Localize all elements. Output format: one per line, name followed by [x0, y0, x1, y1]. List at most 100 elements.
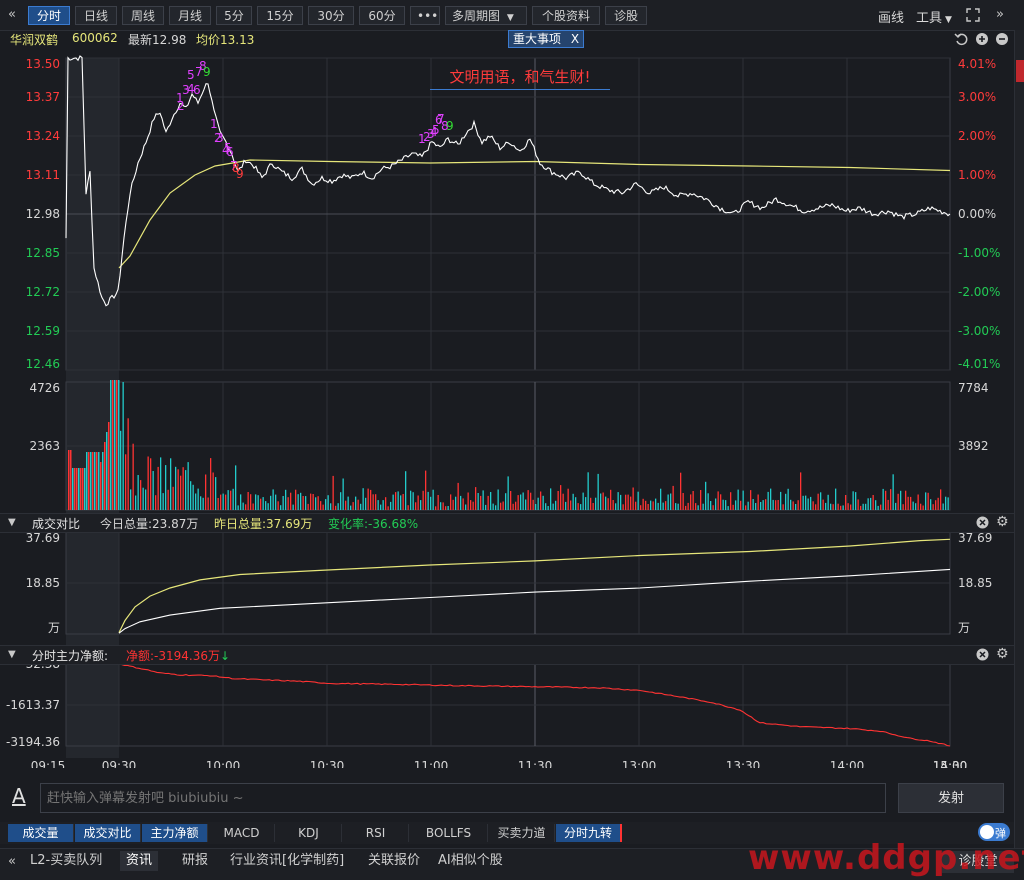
draw-line-button[interactable]: 画线 — [878, 7, 904, 26]
volume-bar — [510, 491, 512, 510]
indicator-volume[interactable]: 成交量 — [8, 824, 74, 842]
volume-bar — [677, 503, 679, 510]
volume-bar — [482, 490, 484, 510]
volume-bar — [855, 492, 857, 510]
percent-axis-right: 4.01% 3.00% 2.00% 1.00% 0.00% -1.00% -2.00% -3.… — [958, 57, 1000, 371]
volume-bar — [422, 490, 424, 510]
volume-bar — [597, 473, 599, 510]
mainforce-axis: -32.38-1613.37-3194.36 — [6, 657, 60, 749]
volume-bar — [452, 499, 454, 510]
send-button[interactable]: 发射 — [898, 783, 1004, 813]
font-style-icon[interactable]: A — [12, 784, 26, 808]
indicator-volume-compare[interactable]: 成交对比 — [75, 824, 141, 842]
tab-monthly[interactable]: 月线 — [169, 6, 211, 25]
tab-industry-news[interactable]: 行业资讯[化学制药] — [224, 851, 350, 871]
collapse-left-icon[interactable]: « — [8, 8, 16, 22]
volume-bar — [515, 501, 517, 510]
volume-bar — [307, 503, 309, 510]
tab-5min[interactable]: 5分 — [216, 6, 252, 25]
volume-bar — [160, 457, 162, 510]
volume-bar — [832, 504, 834, 510]
volume-bar — [217, 498, 219, 510]
tab-30min[interactable]: 30分 — [308, 6, 354, 25]
volume-bar — [212, 472, 214, 510]
collapse-panel-icon[interactable]: ▼ — [8, 648, 16, 662]
volume-bar — [877, 505, 879, 510]
volume-bar — [220, 494, 222, 510]
zoom-out-icon[interactable] — [995, 32, 1009, 46]
stock-profile-button[interactable]: 个股资料 — [532, 6, 600, 25]
tab-ai-similar[interactable]: AI相似个股 — [432, 851, 509, 871]
close-panel-icon[interactable] — [976, 648, 989, 661]
volume-bar — [660, 488, 662, 510]
indicator-buy-sell-power[interactable]: 买卖力道 — [489, 824, 555, 842]
indicator-rsi[interactable]: RSI — [343, 824, 409, 842]
gear-icon[interactable]: ⚙ — [996, 647, 1009, 661]
price-tick-label: 12.72 — [26, 285, 60, 299]
volume-bar — [232, 488, 234, 510]
volume-bar — [757, 494, 759, 510]
tab-60min[interactable]: 60分 — [359, 6, 405, 25]
time-tick-label: 13:00 — [622, 759, 657, 768]
volume-bar — [142, 487, 144, 510]
volume-bar — [74, 468, 76, 510]
volume-bar — [787, 488, 789, 510]
volume-bar — [722, 499, 724, 510]
tools-button[interactable]: 工具 ▼ — [916, 7, 952, 26]
tab-intraday[interactable]: 分时 — [28, 6, 70, 25]
volume-bar — [552, 503, 554, 510]
volume-bar — [862, 503, 864, 510]
volume-bar — [108, 422, 110, 510]
volume-bar — [517, 495, 519, 510]
volume-bar — [637, 491, 639, 510]
multi-period-button[interactable]: 多周期图 ▼ — [445, 6, 527, 25]
major-events-tag[interactable]: 重大事项 X — [508, 30, 585, 48]
volume-bar — [640, 505, 642, 510]
volume-bar — [887, 499, 889, 510]
volume-bar — [447, 506, 449, 510]
danmu-input[interactable] — [40, 783, 886, 813]
diagnose-button[interactable]: 诊股 — [605, 6, 647, 25]
volume-bar — [697, 505, 699, 510]
zoom-in-icon[interactable] — [975, 32, 989, 46]
indicator-kdj[interactable]: KDJ — [276, 824, 342, 842]
tools-label: 工具 — [916, 11, 943, 26]
right-side-panel-edge[interactable] — [1014, 30, 1024, 850]
indicator-nine-turn[interactable]: 分时九转 — [556, 824, 622, 842]
volume-bar — [68, 450, 70, 510]
fullscreen-icon[interactable] — [966, 8, 980, 22]
tab-news[interactable]: 资讯 — [120, 851, 159, 871]
tab-weekly[interactable]: 周线 — [122, 6, 164, 25]
volume-bar — [225, 494, 227, 510]
indicator-macd[interactable]: MACD — [209, 824, 275, 842]
nine-turn-digit: 6 — [226, 145, 234, 159]
volume-bar — [167, 489, 169, 510]
volume-bar — [440, 502, 442, 510]
volume-bar — [607, 498, 609, 510]
tab-l2-queue[interactable]: L2-买卖队列 — [24, 851, 108, 871]
collapse-left-icon[interactable]: « — [8, 855, 16, 869]
undo-icon[interactable] — [954, 32, 968, 46]
tab-daily[interactable]: 日线 — [75, 6, 117, 25]
tab-15min[interactable]: 15分 — [257, 6, 303, 25]
volume-bar — [940, 489, 942, 510]
volume-bar — [625, 494, 627, 510]
volume-bar — [735, 500, 737, 510]
volume-bar — [727, 506, 729, 510]
tab-related-quotes[interactable]: 关联报价 — [362, 851, 426, 871]
volume-bar — [465, 504, 467, 510]
volume-tick-label: 2363 — [29, 439, 60, 453]
volume-bar — [342, 478, 344, 510]
close-icon[interactable]: X — [571, 32, 579, 46]
gear-icon[interactable]: ⚙ — [996, 515, 1009, 529]
more-periods-button[interactable]: ••• — [410, 6, 440, 25]
tab-research[interactable]: 研报 — [176, 851, 214, 871]
collapse-right-icon[interactable]: » — [996, 8, 1004, 22]
close-panel-icon[interactable] — [976, 516, 989, 529]
collapse-panel-icon[interactable]: ▼ — [8, 516, 16, 530]
volume-bar — [682, 493, 684, 510]
volume-bar — [106, 432, 108, 510]
indicator-mainforce[interactable]: 主力净额 — [142, 824, 208, 842]
indicator-bollfs[interactable]: BOLLFS — [410, 824, 488, 842]
volume-bar — [365, 497, 367, 510]
